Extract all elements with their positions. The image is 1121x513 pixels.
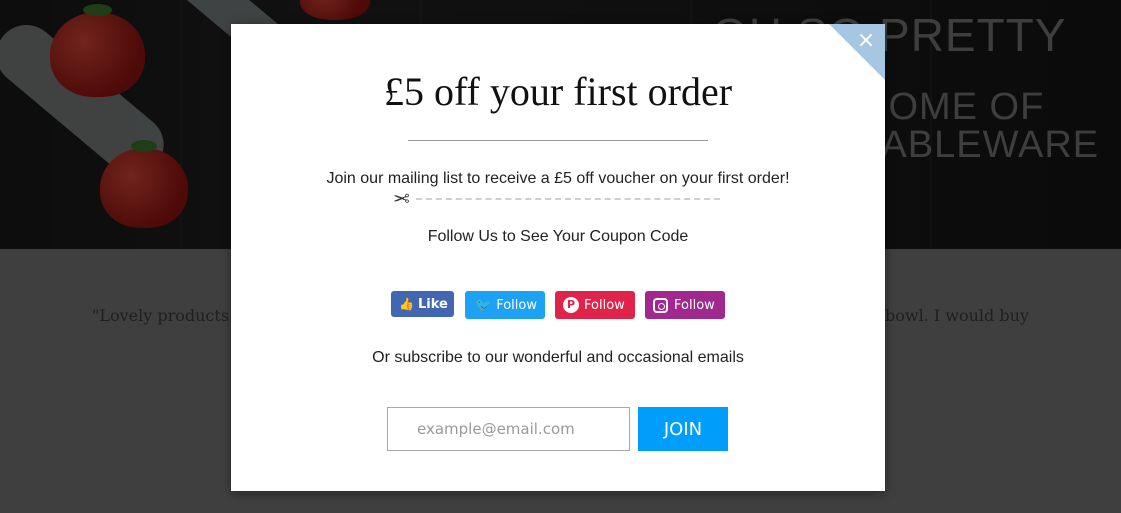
twitter-follow-button[interactable]: 🐦 Follow — [465, 291, 545, 319]
pinterest-follow-label: Follow — [584, 297, 625, 313]
email-input[interactable] — [387, 407, 630, 451]
thumbs-up-icon: 👍 — [399, 297, 414, 311]
join-button[interactable]: JOIN — [638, 407, 728, 451]
subscribe-text: Or subscribe to our wonderful and occasi… — [372, 349, 744, 366]
facebook-like-label: Like — [417, 296, 448, 312]
close-icon[interactable]: × — [855, 30, 877, 52]
popup-subtext: Join our mailing list to receive a £5 of… — [326, 170, 790, 187]
instagram-follow-button[interactable]: Follow — [645, 291, 725, 319]
pinterest-icon: P — [563, 297, 579, 313]
headline-divider — [408, 140, 708, 141]
twitter-follow-label: Follow — [496, 297, 537, 313]
coupon-cut-line — [416, 198, 720, 200]
facebook-like-button[interactable]: 👍 Like — [391, 291, 454, 317]
popup-headline: £5 off your first order — [383, 69, 733, 114]
coupon-popup: × £5 off your first order Join our maili… — [231, 24, 885, 491]
instagram-icon — [653, 297, 668, 313]
scissors-icon: ✂ — [393, 186, 410, 210]
pinterest-follow-button[interactable]: P Follow — [555, 291, 635, 319]
instagram-follow-label: Follow — [674, 297, 715, 313]
twitter-bird-icon: 🐦 — [475, 297, 492, 313]
follow-heading: Follow Us to See Your Coupon Code — [427, 228, 689, 245]
